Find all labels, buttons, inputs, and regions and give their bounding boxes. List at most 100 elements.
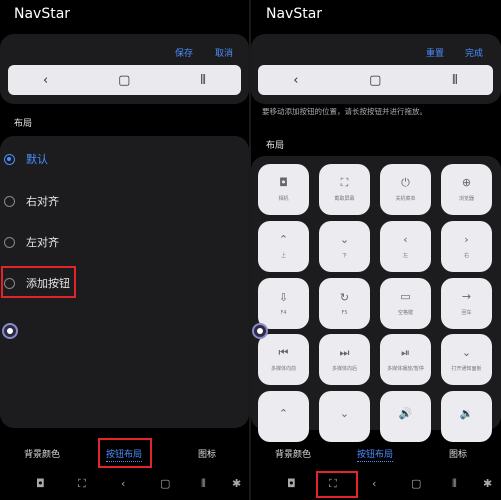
tile-label: 右 — [463, 253, 469, 259]
tab-icons[interactable]: 图标 — [449, 447, 467, 460]
space-icon: ▭ — [400, 290, 411, 303]
layout-button-tile[interactable]: ⏯ 多媒体播放/暂停 — [380, 334, 431, 385]
layout-button-tile[interactable]: › 右 — [441, 221, 492, 272]
left-icon: ‹ — [403, 233, 408, 246]
notification-icon: ⌄ — [461, 346, 472, 359]
tile-label: 多媒体向后 — [331, 366, 357, 372]
recents-icon: ⦀ — [451, 72, 458, 88]
app-title: NavStar — [14, 6, 71, 22]
done-button[interactable]: 完成 — [465, 46, 483, 59]
layout-button-tile[interactable]: ⏭ 多媒体向后 — [319, 334, 370, 385]
app-title: NavStar — [266, 6, 323, 22]
layout-button-tile[interactable]: ▭ 空格键 — [380, 278, 431, 329]
radio-left-align[interactable] — [4, 236, 15, 248]
home-icon: ▢ — [118, 72, 131, 88]
nav-bar-preview: ‹ ▢ ⦀ — [8, 65, 241, 95]
tile-label: 上 — [280, 253, 286, 259]
reset-button[interactable]: 重置 — [426, 46, 444, 59]
floating-button[interactable] — [2, 323, 18, 339]
play-pause-icon: ⏯ — [401, 346, 410, 359]
recents-icon: ⦀ — [200, 72, 207, 88]
chevron-up-icon: ⌃ — [278, 406, 289, 420]
layout-button-tile[interactable]: ⛶ 截取屏幕 — [319, 164, 370, 215]
chevron-down-icon: ⌄ — [339, 406, 350, 420]
layout-button-tile[interactable]: ⏮ 多媒体向前 — [258, 334, 309, 385]
accessibility-icon[interactable]: ✱ — [232, 477, 241, 490]
tab-background-color[interactable]: 背景颜色 — [24, 447, 60, 460]
drag-hint-text: 要移动添加按钮的位置，请长按按钮并进行拖放。 — [262, 107, 427, 116]
recents-icon[interactable]: ⦀ — [452, 477, 457, 491]
camera-icon[interactable]: ◘ — [287, 477, 296, 490]
tile-label: F4 — [280, 309, 287, 316]
screenshot-icon: ⛶ — [340, 176, 349, 189]
tile-label: 打开通知面板 — [451, 366, 482, 372]
enter-icon: → — [461, 290, 472, 303]
volume-up-icon: 🔊 — [398, 406, 413, 420]
home-icon[interactable]: ▢ — [411, 477, 421, 490]
layout-option-default[interactable]: 默认 — [0, 143, 249, 175]
home-icon: ▢ — [369, 72, 382, 88]
tile-label: 关机菜单 — [395, 196, 416, 202]
layout-section-title: 布局 — [14, 119, 33, 129]
save-button[interactable]: 保存 — [175, 46, 193, 59]
highlight-box-tab — [98, 438, 152, 468]
power-icon: ⏻ — [401, 176, 410, 189]
layout-button-tile[interactable]: ⏻ 关机菜单 — [380, 164, 431, 215]
layout-button-tile[interactable]: ⇩ F4 — [258, 278, 309, 329]
layout-button-tile[interactable]: ⌃ 上 — [258, 221, 309, 272]
back-icon[interactable]: ‹ — [121, 477, 125, 490]
camera-icon: ◘ — [279, 176, 288, 189]
layout-button-tile[interactable]: 🔉 — [441, 391, 492, 442]
volume-down-icon: 🔉 — [459, 406, 474, 420]
layout-option-right-align[interactable]: 右对齐 — [0, 185, 249, 217]
radio-right-align[interactable] — [4, 195, 15, 207]
nav-bar-preview: ‹ ▢ ⦀ — [258, 65, 493, 95]
tile-label: 多媒体播放/暂停 — [387, 366, 424, 372]
option-label: 默认 — [26, 153, 48, 166]
option-label: 右对齐 — [26, 195, 59, 208]
tab-icons[interactable]: 图标 — [198, 447, 216, 460]
cancel-button[interactable]: 取消 — [215, 46, 233, 59]
right-icon: › — [464, 233, 469, 246]
camera-icon[interactable]: ◘ — [36, 477, 45, 490]
option-label: 左对齐 — [26, 236, 59, 249]
tab-bar: 背景颜色 按钮布局 图标 — [251, 440, 501, 468]
layout-button-tile[interactable]: ⌄ — [319, 391, 370, 442]
radio-default[interactable] — [4, 153, 15, 165]
tile-label: 多媒体向前 — [270, 366, 296, 372]
globe-icon: ⊕ — [461, 176, 472, 189]
previous-icon: ⏮ — [278, 346, 289, 359]
floating-button[interactable] — [252, 323, 268, 339]
system-nav-bar: ◘ ⛶ ‹ ▢ ⦀ ✱ — [0, 474, 249, 498]
highlight-box-screenshot — [316, 471, 358, 498]
layout-option-left-align[interactable]: 左对齐 — [0, 226, 249, 258]
tab-background-color[interactable]: 背景颜色 — [275, 447, 311, 460]
tile-label: F5 — [341, 309, 348, 316]
tile-label: 回车 — [461, 310, 472, 316]
layout-button-tile[interactable]: 🔊 — [380, 391, 431, 442]
layout-button-tile[interactable]: ‹ 左 — [380, 221, 431, 272]
home-icon[interactable]: ▢ — [160, 477, 170, 490]
back-icon: ‹ — [293, 72, 299, 88]
layout-button-tile[interactable]: ↻ F5 — [319, 278, 370, 329]
recents-icon[interactable]: ⦀ — [201, 477, 206, 491]
tile-label: 下 — [341, 253, 347, 259]
tile-label: 空格键 — [397, 310, 413, 316]
f4-icon: ⇩ — [278, 290, 289, 304]
tile-label: 截取屏幕 — [334, 196, 355, 202]
layout-button-tile[interactable]: ⊕ 浏览器 — [441, 164, 492, 215]
tile-label: 相机 — [278, 196, 289, 202]
system-nav-bar: ◘ ⛶ ‹ ▢ ⦀ ✱ — [251, 474, 501, 498]
down-icon: ⌄ — [339, 233, 350, 246]
layout-button-tile[interactable]: → 回车 — [441, 278, 492, 329]
accessibility-icon[interactable]: ✱ — [483, 477, 492, 490]
tab-button-layout[interactable]: 按钮布局 — [357, 447, 394, 462]
layout-button-tile[interactable]: ⌃ — [258, 391, 309, 442]
layout-button-tile[interactable]: ◘ 相机 — [258, 164, 309, 215]
layout-button-tile[interactable]: ⌄ 下 — [319, 221, 370, 272]
layout-button-tile[interactable]: ⌄ 打开通知面板 — [441, 334, 492, 385]
back-icon[interactable]: ‹ — [372, 477, 376, 490]
next-icon: ⏭ — [339, 346, 350, 359]
tile-label: 左 — [402, 253, 408, 259]
screenshot-icon[interactable]: ⛶ — [78, 477, 86, 491]
